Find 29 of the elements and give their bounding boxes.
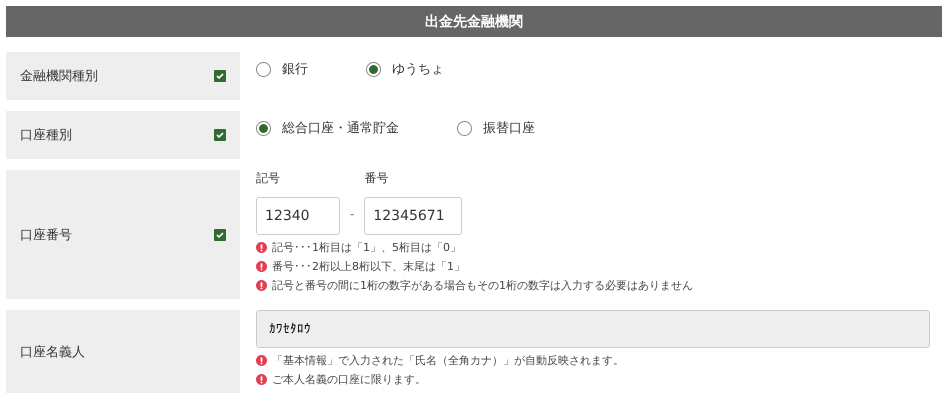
radio-button[interactable] [366, 62, 381, 76]
radio-button[interactable] [457, 120, 472, 136]
input-field[interactable]: 12345671 [364, 197, 462, 235]
hint-text: ご本人名義の口座に限ります。 [272, 372, 426, 387]
section-header: 出金先金融機関 [6, 6, 942, 37]
hint-text: 記号･･･1桁目は「1」、5桁目は「0」 [272, 240, 461, 255]
radio-button[interactable] [256, 62, 271, 76]
option-label[interactable]: ゆうちょ [392, 60, 444, 78]
hint-text: 番号･･･2桁以上8桁以下、末尾は「1」 [272, 259, 465, 274]
alert-icon [256, 355, 267, 366]
input-field[interactable]: 12340 [256, 197, 340, 235]
radio-button[interactable] [256, 120, 271, 136]
hint-text: 記号と番号の間に1桁の数字がある場合もその1桁の数字は入力する必要はありません [272, 278, 693, 293]
option-label[interactable]: 総合口座・通常貯金 [282, 119, 399, 137]
alert-icon [256, 261, 267, 272]
alert-icon [256, 280, 267, 291]
field-label: 記号 [256, 170, 281, 187]
input-field[interactable]: ｶﾜｾﾀﾛｳ [256, 310, 930, 348]
alert-icon [256, 374, 267, 385]
option-label[interactable]: 振替口座 [483, 119, 535, 137]
field-label: 番号 [364, 170, 390, 187]
field-name: 金融機関種別 [20, 68, 98, 85]
alert-icon [256, 242, 267, 253]
field-name: 口座種別 [20, 127, 72, 144]
separator: - [350, 207, 354, 223]
field-name: 口座名義人 [20, 344, 85, 360]
option-label[interactable]: 銀行 [282, 60, 308, 78]
field-name: 口座番号 [20, 226, 72, 244]
hint-text: 「基本情報」で入力された「氏名（全角カナ）」が自動反映されます。 [272, 353, 624, 368]
